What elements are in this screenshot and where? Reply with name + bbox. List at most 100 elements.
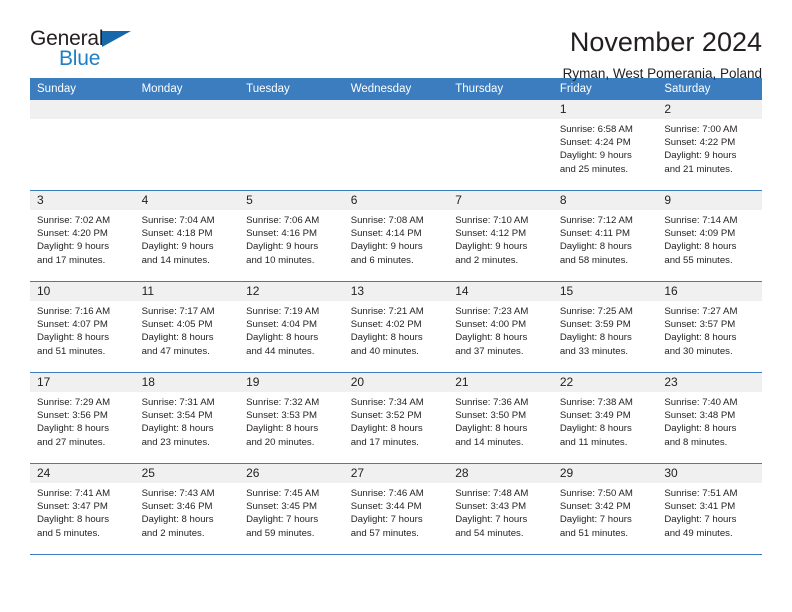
daylight-duration-line1: Daylight: 8 hours (455, 332, 528, 344)
sunrise-time: Sunrise: 7:51 AM (664, 488, 738, 499)
daylight-duration-line2: and 2 minutes. (141, 527, 205, 539)
calendar-day-cell[interactable]: 8 Sunrise: 7:12 AM Sunset: 4:11 PM Daylight… (552, 190, 658, 282)
calendar-day-cell[interactable]: 13 Sunrise: 7:21 AM Sunset: 4:02 PM Dayligh… (343, 281, 449, 373)
daylight-duration-line1: Daylight: 8 hours (37, 514, 109, 526)
daylight-duration-line1: Daylight: 8 hours (141, 423, 214, 435)
day-details: Sunrise: 7:50 AM Sunset: 3:42 PM Daylight:… (553, 483, 658, 540)
general-blue-logo[interactable]: General Blue (30, 28, 150, 84)
page-header: General Blue November 2024 Ryman, West P… (30, 0, 762, 80)
sunrise-time: Sunrise: 7:04 AM (141, 215, 215, 226)
calendar-day-cell[interactable]: 17 Sunrise: 7:29 AM Sunset: 3:56 PM Dayligh… (30, 372, 135, 464)
daylight-duration-line2: and 23 minutes. (141, 436, 210, 448)
daylight-duration-line2: and 37 minutes. (455, 345, 524, 357)
daylight-duration-line2: and 59 minutes. (246, 527, 315, 539)
daylight-duration-line2: and 17 minutes. (37, 254, 106, 266)
sunrise-time: Sunrise: 7:46 AM (350, 488, 424, 499)
day-details: Sunrise: 7:46 AM Sunset: 3:44 PM Daylight:… (344, 483, 449, 540)
day-details: Sunrise: 7:08 AM Sunset: 4:14 PM Daylight:… (344, 210, 449, 267)
calendar-day-cell[interactable]: 26 Sunrise: 7:45 AM Sunset: 3:45 PM Dayligh… (239, 463, 344, 555)
day-number: 24 (30, 464, 135, 483)
sunset-time: Sunset: 3:47 PM (37, 501, 108, 513)
sunset-time: Sunset: 3:41 PM (664, 501, 736, 513)
sunset-time: Sunset: 4:16 PM (246, 228, 318, 240)
calendar-day-cell-empty (343, 100, 449, 191)
sunset-time: Sunset: 4:04 PM (246, 319, 318, 331)
calendar-day-cell[interactable]: 11 Sunrise: 7:17 AM Sunset: 4:05 PM Dayligh… (134, 281, 240, 373)
daylight-duration-line2: and 20 minutes. (246, 436, 315, 448)
sunset-time: Sunset: 3:46 PM (141, 501, 213, 513)
calendar-day-cell[interactable]: 2 Sunrise: 7:00 AM Sunset: 4:22 PM Daylight… (657, 100, 762, 191)
calendar-day-cell[interactable]: 21 Sunrise: 7:36 AM Sunset: 3:50 PM Dayligh… (448, 372, 553, 464)
sunset-time: Sunset: 3:53 PM (246, 410, 318, 422)
calendar-day-cell[interactable]: 29 Sunrise: 7:50 AM Sunset: 3:42 PM Dayligh… (552, 463, 658, 555)
sunset-time: Sunset: 3:43 PM (455, 501, 527, 513)
calendar-day-cell[interactable]: 20 Sunrise: 7:34 AM Sunset: 3:52 PM Dayligh… (343, 372, 449, 464)
calendar-day-cell[interactable]: 14 Sunrise: 7:23 AM Sunset: 4:00 PM Dayligh… (448, 281, 553, 373)
day-number (448, 100, 553, 119)
daylight-duration-line1: Daylight: 9 hours (455, 241, 528, 253)
day-number: 10 (30, 282, 135, 301)
sunrise-time: Sunrise: 7:40 AM (664, 397, 738, 408)
calendar-day-cell[interactable]: 23 Sunrise: 7:40 AM Sunset: 3:48 PM Dayligh… (657, 372, 762, 464)
calendar-day-cell[interactable]: 25 Sunrise: 7:43 AM Sunset: 3:46 PM Dayligh… (134, 463, 240, 555)
daylight-duration-line1: Daylight: 8 hours (559, 332, 632, 344)
logo-text-blue: Blue (59, 47, 101, 70)
sunset-time: Sunset: 4:24 PM (559, 137, 631, 149)
day-details: Sunrise: 7:25 AM Sunset: 3:59 PM Daylight:… (553, 301, 658, 358)
day-number: 18 (134, 373, 240, 392)
calendar-day-cell[interactable]: 5 Sunrise: 7:06 AM Sunset: 4:16 PM Daylight… (239, 190, 344, 282)
sunset-time: Sunset: 3:48 PM (664, 410, 736, 422)
day-number: 23 (657, 373, 762, 392)
day-number (239, 100, 344, 119)
daylight-duration-line2: and 17 minutes. (350, 436, 419, 448)
sunset-time: Sunset: 4:14 PM (350, 228, 422, 240)
day-number: 8 (552, 191, 658, 210)
sunrise-time: Sunrise: 7:29 AM (37, 397, 111, 408)
calendar-day-cell[interactable]: 19 Sunrise: 7:32 AM Sunset: 3:53 PM Dayligh… (239, 372, 344, 464)
calendar-day-cell[interactable]: 10 Sunrise: 7:16 AM Sunset: 4:07 PM Dayligh… (30, 281, 135, 373)
sunrise-time: Sunrise: 7:50 AM (559, 488, 633, 499)
daylight-duration-line1: Daylight: 8 hours (141, 514, 214, 526)
calendar-day-cell[interactable]: 18 Sunrise: 7:31 AM Sunset: 3:54 PM Dayligh… (134, 372, 240, 464)
daylight-duration-line2: and 6 minutes. (350, 254, 414, 266)
day-details: Sunrise: 7:04 AM Sunset: 4:18 PM Daylight:… (135, 210, 240, 267)
calendar-day-cell[interactable]: 16 Sunrise: 7:27 AM Sunset: 3:57 PM Dayligh… (657, 281, 762, 373)
calendar-day-cell-empty (448, 100, 553, 191)
calendar-day-cell[interactable]: 22 Sunrise: 7:38 AM Sunset: 3:49 PM Dayligh… (552, 372, 658, 464)
daylight-duration-line1: Daylight: 7 hours (664, 514, 737, 526)
day-details: Sunrise: 7:27 AM Sunset: 3:57 PM Daylight:… (657, 301, 762, 358)
daylight-duration-line2: and 2 minutes. (455, 254, 519, 266)
calendar-page: General Blue November 2024 Ryman, West P… (0, 0, 792, 612)
sunset-time: Sunset: 3:45 PM (246, 501, 318, 513)
day-details: Sunrise: 7:51 AM Sunset: 3:41 PM Daylight:… (657, 483, 762, 540)
day-details: Sunrise: 7:38 AM Sunset: 3:49 PM Daylight:… (553, 392, 658, 449)
calendar-day-cell[interactable]: 27 Sunrise: 7:46 AM Sunset: 3:44 PM Dayligh… (343, 463, 449, 555)
calendar-day-cell-empty (134, 100, 240, 191)
calendar-day-cell[interactable]: 1 Sunrise: 6:58 AM Sunset: 4:24 PM Daylight… (552, 100, 658, 191)
day-number: 22 (552, 373, 658, 392)
calendar-day-cell[interactable]: 9 Sunrise: 7:14 AM Sunset: 4:09 PM Daylight… (657, 190, 762, 282)
calendar-day-cell[interactable]: 24 Sunrise: 7:41 AM Sunset: 3:47 PM Dayligh… (30, 463, 135, 555)
daylight-duration-line1: Daylight: 8 hours (350, 332, 423, 344)
page-title: November 2024 (569, 27, 762, 57)
day-number: 16 (657, 282, 762, 301)
calendar-day-cell[interactable]: 30 Sunrise: 7:51 AM Sunset: 3:41 PM Dayligh… (657, 463, 762, 555)
calendar-day-cell[interactable]: 15 Sunrise: 7:25 AM Sunset: 3:59 PM Dayligh… (552, 281, 658, 373)
daylight-duration-line1: Daylight: 8 hours (664, 423, 737, 435)
calendar-day-cell[interactable]: 12 Sunrise: 7:19 AM Sunset: 4:04 PM Dayligh… (239, 281, 344, 373)
daylight-duration-line1: Daylight: 8 hours (455, 423, 528, 435)
day-details: Sunrise: 7:43 AM Sunset: 3:46 PM Daylight:… (135, 483, 240, 540)
day-number: 9 (657, 191, 762, 210)
day-number: 4 (134, 191, 240, 210)
daylight-duration-line1: Daylight: 8 hours (350, 423, 423, 435)
sunrise-time: Sunrise: 7:17 AM (141, 306, 215, 317)
calendar-day-cell[interactable]: 3 Sunrise: 7:02 AM Sunset: 4:20 PM Daylight… (30, 190, 135, 282)
daylight-duration-line1: Daylight: 8 hours (246, 332, 319, 344)
daylight-duration-line1: Daylight: 8 hours (559, 423, 632, 435)
triangle-icon (102, 31, 131, 47)
calendar-day-cell[interactable]: 28 Sunrise: 7:48 AM Sunset: 3:43 PM Dayligh… (448, 463, 553, 555)
calendar-day-cell[interactable]: 7 Sunrise: 7:10 AM Sunset: 4:12 PM Daylight… (448, 190, 553, 282)
sunset-time: Sunset: 4:09 PM (664, 228, 736, 240)
calendar-day-cell[interactable]: 6 Sunrise: 7:08 AM Sunset: 4:14 PM Daylight… (343, 190, 449, 282)
calendar-day-cell[interactable]: 4 Sunrise: 7:04 AM Sunset: 4:18 PM Daylight… (134, 190, 240, 282)
